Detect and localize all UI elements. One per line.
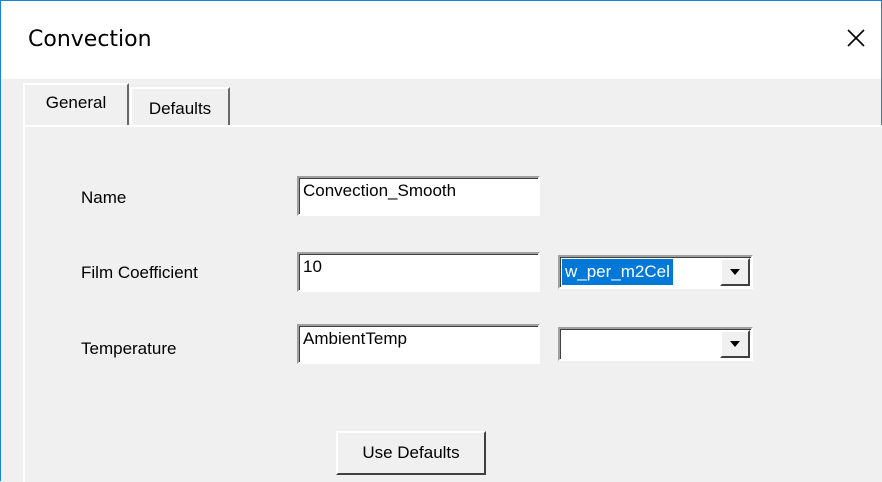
window-title: Convection (28, 27, 152, 52)
use-defaults-button[interactable]: Use Defaults (336, 431, 486, 475)
temperature-unit-dropdown-button[interactable] (720, 330, 750, 358)
film-coefficient-unit-dropdown-button[interactable] (720, 258, 750, 286)
close-icon (847, 29, 865, 47)
name-label: Name (81, 188, 127, 207)
chevron-down-icon (730, 341, 740, 347)
temperature-input[interactable]: AmbientTemp (297, 324, 540, 364)
film-coefficient-input[interactable]: 10 (297, 252, 540, 292)
tab-defaults-label: Defaults (148, 99, 212, 118)
temperature-unit-value (562, 331, 568, 357)
film-coefficient-label: Film Coefficient (81, 263, 198, 282)
chevron-down-icon (730, 269, 740, 275)
name-input[interactable]: Convection_Smooth (297, 176, 540, 216)
dialog-window: Convection General Defaults Name Convect… (0, 0, 882, 482)
title-bar: Convection (1, 1, 881, 79)
temperature-label: Temperature (81, 339, 177, 358)
film-coefficient-unit-select[interactable]: w_per_m2Cel (558, 255, 753, 289)
temperature-unit-select[interactable] (558, 327, 753, 361)
tab-defaults[interactable]: Defaults (130, 87, 230, 125)
close-button[interactable] (833, 15, 879, 61)
tab-general-label: General (45, 93, 107, 112)
film-coefficient-unit-value: w_per_m2Cel (562, 259, 673, 285)
tab-general[interactable]: General (23, 83, 129, 125)
